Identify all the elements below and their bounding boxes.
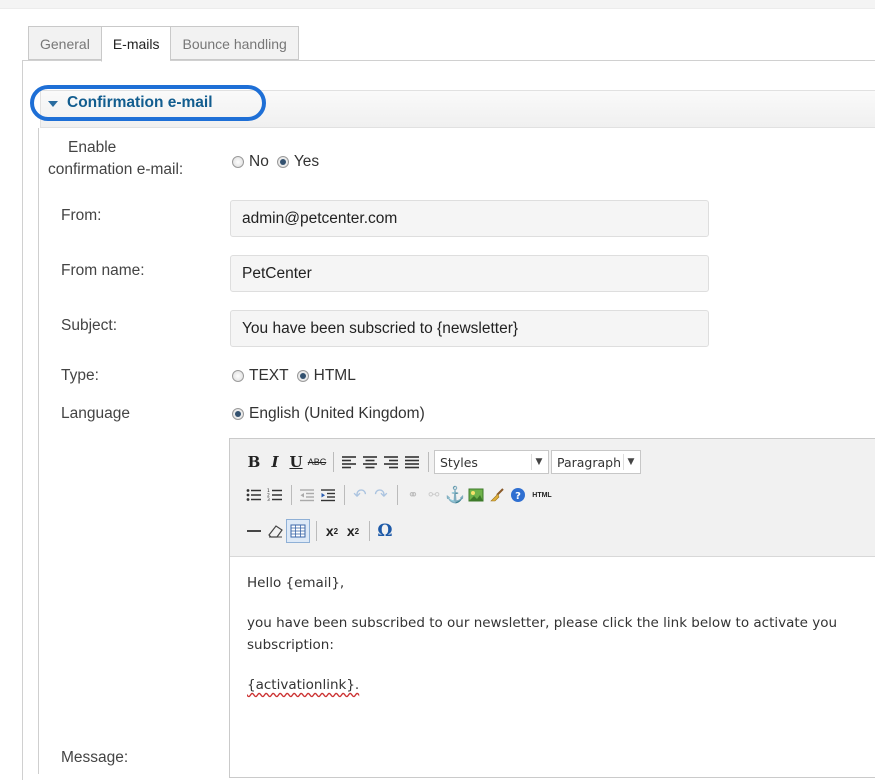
indent-icon[interactable] [318, 484, 338, 506]
numbered-list-icon[interactable]: 123 [265, 484, 285, 506]
enable-yes-label: Yes [293, 153, 320, 170]
outdent-icon[interactable] [297, 484, 317, 506]
toolbar-separator [369, 521, 370, 541]
message-line-body: you have been subscribed to our newslett… [247, 615, 838, 631]
chevron-down-icon: ▼ [623, 454, 638, 470]
enable-label-line2: confirmation e-mail: [48, 161, 184, 178]
align-left-icon[interactable] [339, 451, 359, 473]
undo-icon[interactable]: ↶ [350, 484, 370, 506]
unlink-icon[interactable]: ⚯ [424, 484, 444, 506]
from-field[interactable]: admin@petcenter.com [230, 200, 709, 237]
toolbar-separator [428, 452, 429, 472]
enable-no-label: No [249, 153, 269, 170]
bullet-list-icon[interactable] [244, 484, 264, 506]
styles-select[interactable]: Styles ▼ [434, 450, 549, 474]
language-english-radio[interactable] [232, 408, 244, 420]
toolbar-separator [291, 485, 292, 505]
toolbar-row-2: 123 ↶ ↷ ⚭ ⚯ ⚓ ? HTML [244, 484, 556, 506]
chevron-down-icon: ▼ [531, 454, 546, 470]
from-name-label: From name: [61, 262, 145, 279]
from-label: From: [61, 207, 102, 224]
cleanup-icon[interactable] [487, 484, 507, 506]
table-icon[interactable] [286, 519, 310, 543]
form-divider [38, 128, 39, 774]
paragraph-select-value: Paragraph [557, 454, 622, 470]
section-title: Confirmation e-mail [67, 94, 213, 111]
type-text-label: TEXT [249, 367, 289, 384]
bold-button[interactable]: B [244, 451, 264, 473]
underline-button[interactable]: U [286, 451, 306, 473]
enable-label-line1: Enable [68, 139, 117, 156]
toolbar-separator [397, 485, 398, 505]
type-text-radio[interactable] [232, 370, 244, 382]
horizontal-rule-icon[interactable] [244, 520, 264, 542]
message-line-body-cont: subscription: [247, 637, 334, 653]
toolbar-row-1: B I U ABC Styles ▼ Paragraph ▼ [244, 450, 643, 474]
message-editor: B I U ABC Styles ▼ Paragraph ▼ 1 2 3 ↶ ↷… [229, 438, 875, 778]
top-strip [0, 0, 875, 9]
message-line-greeting: Hello {email}, [247, 575, 345, 591]
subject-label: Subject: [61, 317, 118, 334]
tab-general[interactable]: General [28, 26, 101, 60]
strikethrough-button[interactable]: ABC [307, 451, 327, 473]
superscript-icon[interactable]: x2 [343, 520, 363, 542]
type-html-radio[interactable] [296, 370, 309, 382]
tab-emails[interactable]: E-mails [100, 26, 171, 62]
help-icon[interactable]: ? [508, 484, 528, 506]
paragraph-select[interactable]: Paragraph ▼ [551, 450, 641, 474]
toolbar-row-3: x2 x2 Ω [244, 519, 396, 543]
enable-yes-radio[interactable] [276, 156, 289, 168]
image-icon[interactable] [466, 484, 486, 506]
enable-radio-group: No Yes [232, 153, 327, 171]
align-right-icon[interactable] [381, 451, 401, 473]
subject-field[interactable]: You have been subscried to {newsletter} [230, 310, 709, 347]
special-character-icon[interactable]: Ω [375, 520, 395, 542]
subscript-icon[interactable]: x2 [322, 520, 342, 542]
toolbar-separator [316, 521, 317, 541]
section-header-highlight[interactable]: Confirmation e-mail [30, 85, 266, 121]
language-radio-group: English (United Kingdom) [232, 405, 433, 423]
language-english-label: English (United Kingdom) [249, 405, 425, 422]
type-html-label: HTML [313, 367, 356, 384]
type-radio-group: TEXT HTML [232, 367, 364, 385]
redo-icon[interactable]: ↷ [371, 484, 391, 506]
svg-text:3: 3 [267, 497, 270, 502]
align-center-icon[interactable] [360, 451, 380, 473]
italic-button[interactable]: I [265, 451, 285, 473]
anchor-icon[interactable]: ⚓ [445, 484, 465, 506]
message-line-activation: {activationlink}. [247, 677, 360, 693]
from-name-field[interactable]: PetCenter [230, 255, 709, 292]
svg-text:?: ? [515, 491, 521, 502]
enable-no-radio[interactable] [232, 156, 244, 168]
editor-toolbar: B I U ABC Styles ▼ Paragraph ▼ 1 2 3 ↶ ↷… [230, 439, 875, 557]
tab-bar: General E-mails Bounce handling [28, 26, 299, 62]
tab-bounce-handling[interactable]: Bounce handling [170, 26, 299, 60]
caret-down-icon [48, 100, 58, 107]
eraser-icon[interactable] [265, 520, 285, 542]
type-label: Type: [61, 367, 99, 384]
link-icon[interactable]: ⚭ [403, 484, 423, 506]
toolbar-separator [333, 452, 334, 472]
html-source-button[interactable]: HTML [529, 484, 555, 506]
message-label: Message: [61, 749, 129, 766]
styles-select-value: Styles [440, 454, 478, 470]
language-label: Language [61, 405, 130, 422]
align-justify-icon[interactable] [402, 451, 422, 473]
toolbar-separator [344, 485, 345, 505]
